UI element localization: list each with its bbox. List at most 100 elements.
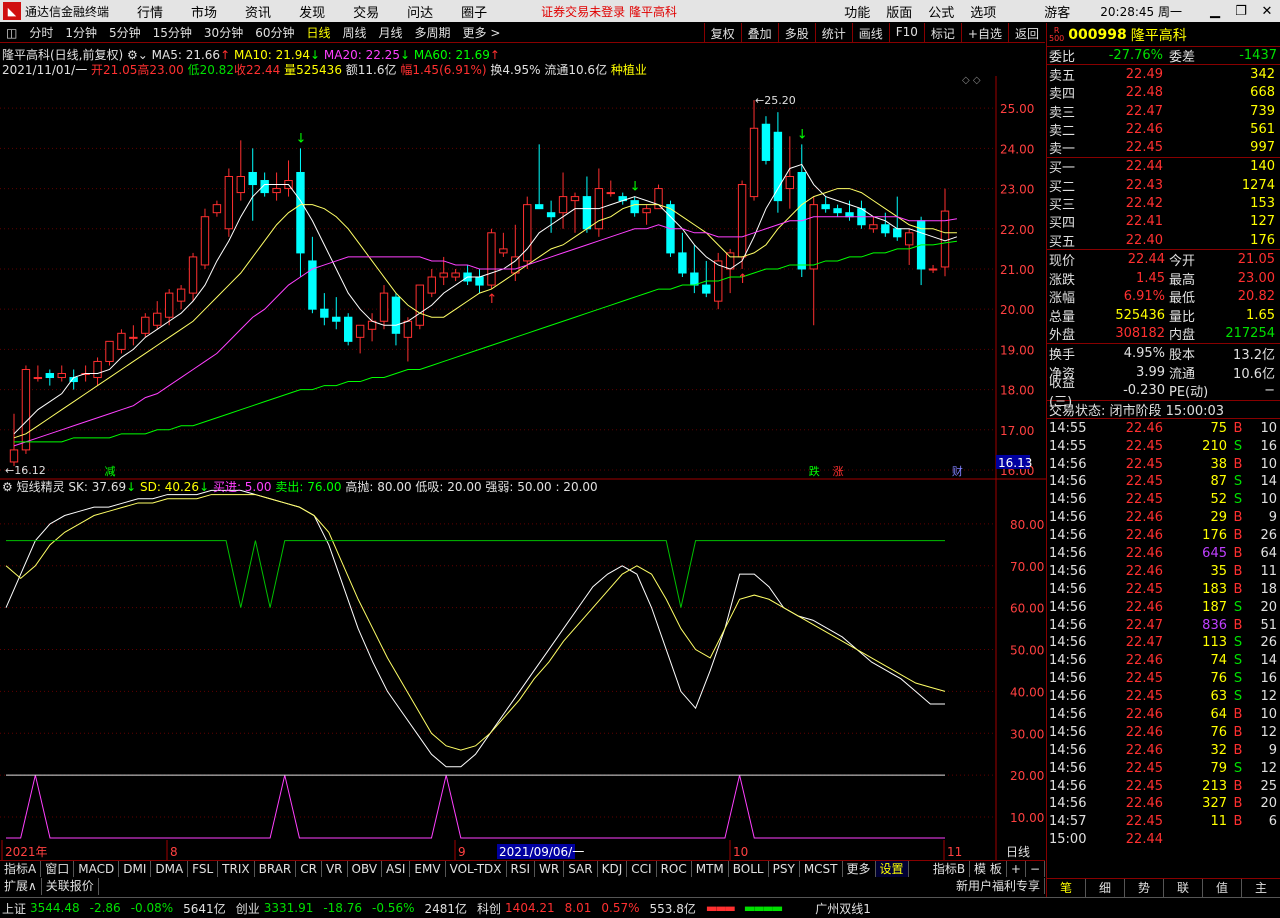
add-watchlist-button[interactable]: +自选 — [960, 23, 1008, 43]
pane-collapse-icon[interactable]: ◇ ◇ — [962, 76, 981, 86]
indicator-tab[interactable]: EMV — [410, 861, 446, 877]
indicator-tab[interactable]: BRAR — [255, 861, 297, 877]
back-button[interactable]: 返回 — [1007, 23, 1045, 43]
kc-index-label[interactable]: 科创 — [477, 900, 501, 917]
tick-list[interactable]: 14:55 22.46 75 B 10 14:55 22.45 210 S 16 14:56 22.4… — [1047, 419, 1280, 848]
new-user-promo[interactable]: 新用户福利专享 — [951, 878, 1045, 894]
quote-bottom-tab[interactable]: 值 — [1203, 879, 1242, 897]
indicator-tab[interactable]: RSI — [507, 861, 536, 877]
connection-status[interactable]: 广州双线1 — [815, 900, 871, 917]
indicator-tab[interactable]: PSY — [769, 861, 800, 877]
ask-row[interactable]: 卖四 22.48 668 — [1047, 84, 1280, 102]
indicator-tab[interactable]: DMA — [151, 861, 189, 877]
period-60min[interactable]: 60分钟 — [249, 24, 300, 41]
period-multi[interactable]: 多周期 — [409, 24, 457, 41]
event-marker[interactable]: 涨 — [833, 465, 844, 478]
indicator-tab[interactable]: FSL — [188, 861, 219, 877]
indicator-tab[interactable]: BOLL — [729, 861, 769, 877]
tick-time: 14:57 — [1049, 814, 1087, 830]
indicator-tab[interactable]: DMI — [119, 861, 152, 877]
multi-stock-button[interactable]: 多股 — [777, 23, 815, 43]
indicator-tab[interactable]: ROC — [657, 861, 692, 877]
menu-discover[interactable]: 发现 — [299, 2, 325, 21]
bid-row[interactable]: 买四 22.41 127 — [1047, 213, 1280, 231]
quote-bottom-tab[interactable]: 势 — [1125, 879, 1164, 897]
event-marker[interactable]: 财 — [952, 464, 963, 478]
ask-row[interactable]: 卖一 22.45 997 — [1047, 138, 1280, 157]
period-weekly[interactable]: 周线 — [337, 24, 373, 41]
menu-news[interactable]: 资讯 — [245, 2, 271, 21]
indicator-tab[interactable]: TRIX — [218, 861, 255, 877]
event-marker[interactable]: 减 — [104, 465, 115, 478]
sh-index-label[interactable]: 上证 — [2, 900, 26, 917]
indicator-tab[interactable]: MTM — [692, 861, 729, 877]
menu-ask[interactable]: 问达 — [407, 2, 433, 21]
period-monthly[interactable]: 月线 — [373, 24, 409, 41]
menu-function[interactable]: 功能 — [844, 2, 870, 21]
quote-bottom-tab[interactable]: 主 — [1242, 879, 1280, 897]
kline-chart[interactable]: 25.00 24.00 23.00 22.00 21.00 20.00 19.00 18.00… — [0, 76, 1046, 866]
sector-link[interactable]: 种植业 — [611, 63, 647, 77]
f10-button[interactable]: F10 — [888, 23, 924, 43]
ask-row[interactable]: 卖三 22.47 739 — [1047, 102, 1280, 121]
cy-index-label[interactable]: 创业 — [236, 900, 260, 917]
menu-layout[interactable]: 版面 — [886, 2, 912, 21]
related-quotes-tab[interactable]: 关联报价 — [42, 878, 99, 895]
quote-bottom-tab[interactable]: 笔 — [1047, 879, 1086, 897]
indicator-tab[interactable]: 设置 — [875, 861, 909, 877]
period-15min[interactable]: 15分钟 — [147, 24, 198, 41]
bid-row[interactable]: 买二 22.43 1274 — [1047, 176, 1280, 195]
minimize-icon[interactable]: ▁ — [1202, 4, 1228, 19]
period-1min[interactable]: 1分钟 — [59, 24, 103, 41]
maximize-icon[interactable]: ❐ — [1228, 4, 1254, 19]
adjust-button[interactable]: 复权 — [703, 23, 741, 43]
period-30min[interactable]: 30分钟 — [198, 24, 249, 41]
indicator-tab[interactable]: MCST — [800, 861, 843, 877]
indicator-tab-right[interactable]: 指标B — [929, 861, 971, 877]
quote-bottom-tab[interactable]: 联 — [1164, 879, 1203, 897]
indicator-tab[interactable]: VOL-TDX — [446, 861, 507, 877]
indicator-tab-right[interactable]: + — [1007, 861, 1026, 877]
mark-button[interactable]: 标记 — [923, 23, 961, 43]
user-label[interactable]: 游客 — [1044, 2, 1070, 21]
login-warning[interactable]: 证券交易未登录 隆平高科 — [541, 3, 677, 20]
indicator-tab[interactable]: ASI — [382, 861, 411, 877]
settings-icon[interactable]: ⚙⌄ — [127, 48, 148, 62]
menu-formula[interactable]: 公式 — [928, 2, 954, 21]
indicator-tab[interactable]: KDJ — [598, 861, 628, 877]
bid-row[interactable]: 买一 22.44 140 — [1047, 158, 1280, 176]
menu-trade[interactable]: 交易 — [353, 2, 379, 21]
extend-tab[interactable]: 扩展∧ — [0, 878, 42, 895]
toolbar-menu-icon[interactable]: ◫ — [0, 26, 23, 40]
quote-bottom-tab[interactable]: 细 — [1086, 879, 1125, 897]
menu-circle[interactable]: 圈子 — [461, 2, 487, 21]
indicator-tab[interactable]: WR — [535, 861, 565, 877]
indicator-tab[interactable]: MACD — [74, 861, 120, 877]
ask-row[interactable]: 卖二 22.46 561 — [1047, 120, 1280, 139]
indicator-tab[interactable]: VR — [322, 861, 348, 877]
period-5min[interactable]: 5分钟 — [103, 24, 147, 41]
indicator-tab-right[interactable]: 模 板 — [970, 861, 1007, 877]
ask-row[interactable]: 卖五 22.49 342 — [1047, 65, 1280, 84]
period-intraday[interactable]: 分时 — [23, 24, 59, 41]
period-more[interactable]: 更多 > — [457, 24, 507, 41]
menu-options[interactable]: 选项 — [970, 2, 996, 21]
indicator-tab[interactable]: CCI — [627, 861, 657, 877]
indicator-tab[interactable]: 更多 — [843, 861, 876, 877]
indicator-tab[interactable]: 指标A — [0, 861, 42, 877]
bid-row[interactable]: 买三 22.42 153 — [1047, 194, 1280, 213]
stats-button[interactable]: 统计 — [814, 23, 852, 43]
draw-button[interactable]: 画线 — [851, 23, 889, 43]
bid-row[interactable]: 买五 22.40 176 — [1047, 231, 1280, 250]
indicator-tab[interactable]: CR — [296, 861, 322, 877]
indicator-tab[interactable]: SAR — [564, 861, 598, 877]
period-daily[interactable]: 日线 — [300, 24, 336, 41]
menu-market[interactable]: 市场 — [191, 2, 217, 21]
overlay-button[interactable]: 叠加 — [740, 23, 778, 43]
menu-quotes[interactable]: 行情 — [137, 2, 163, 21]
close-icon[interactable]: ✕ — [1254, 4, 1280, 19]
indicator-tab-right[interactable]: − — [1026, 861, 1045, 877]
event-marker[interactable]: 跌 — [809, 464, 820, 478]
indicator-tab[interactable]: OBV — [348, 861, 383, 877]
indicator-tab[interactable]: 窗口 — [41, 861, 75, 877]
